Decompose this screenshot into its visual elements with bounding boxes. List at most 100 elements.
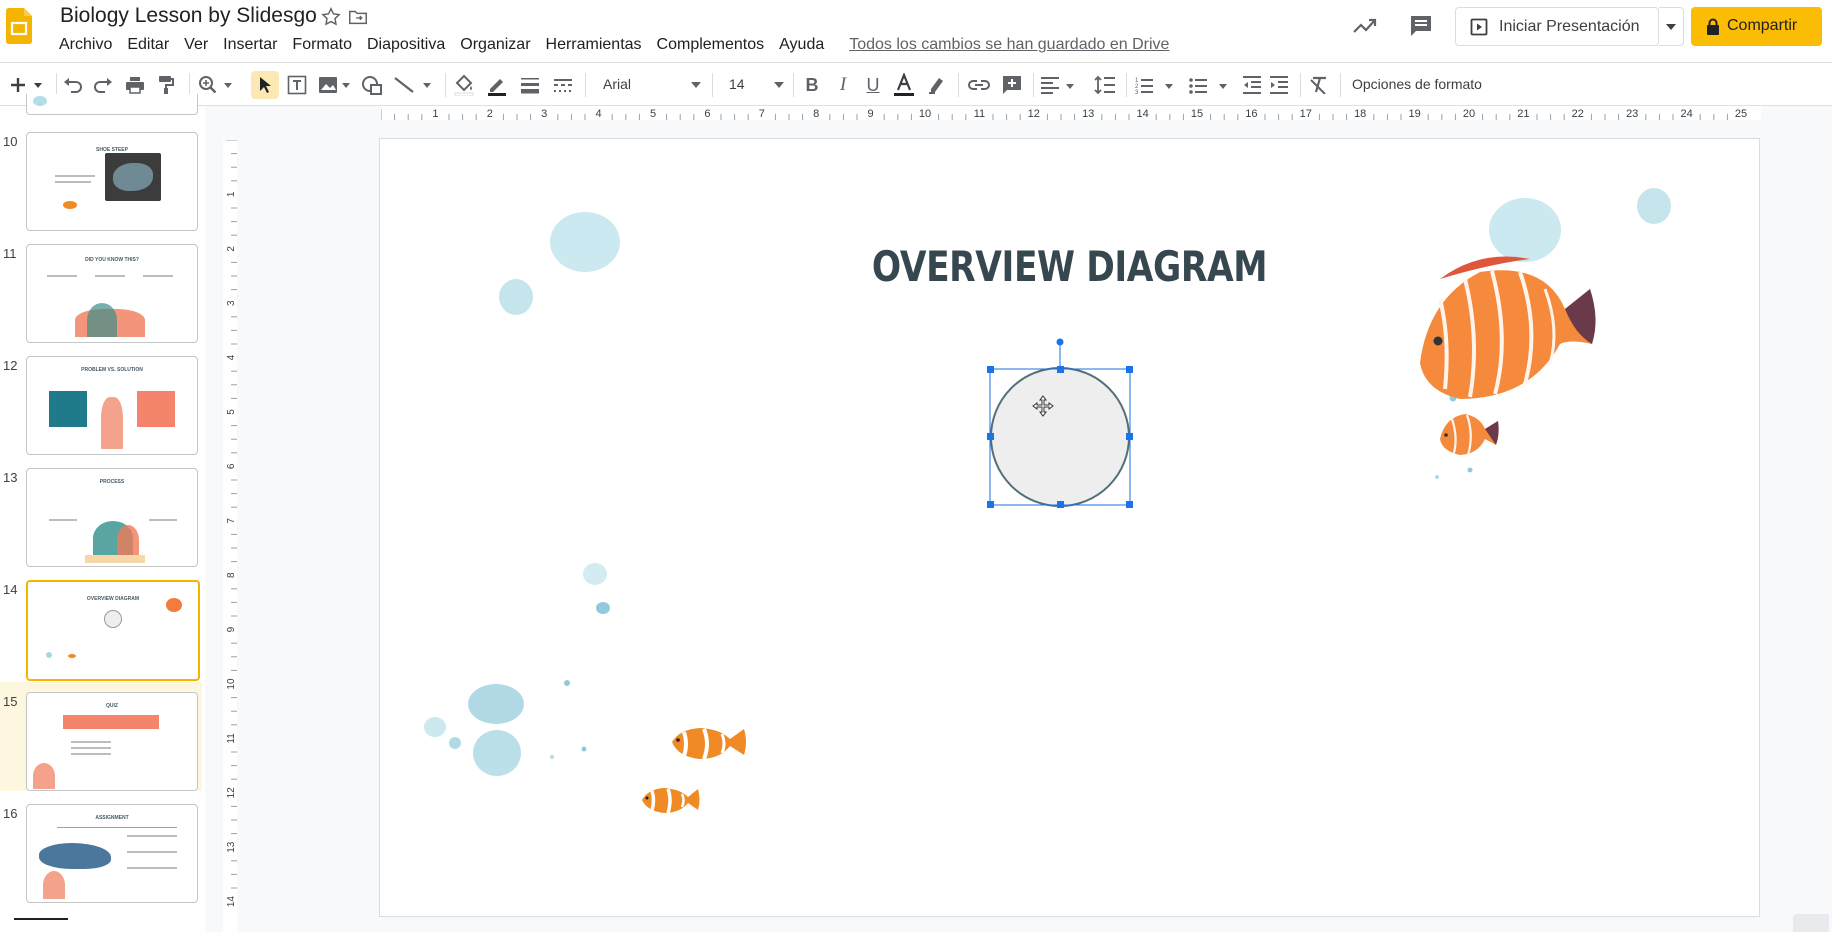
menu-herramientas[interactable]: Herramientas	[546, 36, 642, 54]
border-color-button[interactable]	[484, 71, 510, 99]
menu-diapositiva[interactable]: Diapositiva	[367, 36, 445, 54]
slides-logo-icon[interactable]	[6, 8, 32, 44]
present-button-label: Iniciar Presentación	[1499, 18, 1640, 35]
ruler-tick-label: 3	[541, 108, 547, 120]
rotation-handle[interactable]	[1056, 338, 1064, 346]
align-button[interactable]	[1039, 71, 1079, 99]
toolbar: Arial 14 B I U 123 Opciones de formato	[0, 62, 1832, 106]
activity-trend-icon[interactable]	[1351, 12, 1379, 40]
ruler-tick-label: 8	[226, 572, 237, 578]
line-spacing-button[interactable]	[1092, 71, 1118, 99]
fill-color-button[interactable]	[451, 71, 477, 99]
font-dropdown-chevron-icon[interactable]	[691, 82, 701, 88]
slide-title[interactable]: OVERVIEW DIAGRAM	[504, 242, 1635, 291]
ruler-tick-label: 12	[226, 787, 237, 799]
slide-thumbnail-13[interactable]: PROCESS	[26, 468, 198, 567]
add-comment-button[interactable]	[999, 71, 1025, 99]
slide-thumbnail-14[interactable]: OVERVIEW DIAGRAM	[26, 580, 200, 681]
menu-formato[interactable]: Formato	[292, 36, 352, 54]
ruler-tick-label: 10	[919, 108, 931, 120]
explore-button[interactable]	[1793, 914, 1829, 932]
text-color-button[interactable]	[891, 71, 917, 99]
slide-thumbnail-11[interactable]: DID YOU KNOW THIS?	[26, 244, 198, 343]
redo-icon	[94, 78, 112, 93]
shape-icon	[362, 76, 382, 95]
image-icon	[319, 77, 350, 93]
slide-thumbnail-15[interactable]: QUIZ	[26, 692, 198, 791]
slide-thumbnail-10[interactable]: SHOE STEEP	[26, 132, 198, 231]
circle-shape[interactable]	[990, 367, 1130, 507]
ruler-tick-label: 9	[226, 626, 237, 632]
document-title[interactable]: Biology Lesson by Slidesgo	[60, 4, 317, 28]
font-size-select[interactable]: 14	[729, 76, 745, 92]
bulleted-list-icon	[1189, 78, 1227, 94]
horizontal-ruler[interactable]: 1 2 3 4 5 6 7 8 9 10 11 12 13 14 15 16 17 18 19 20 21 22 23 24 2…	[381, 106, 1761, 120]
save-status-link[interactable]: Todos los cambios se han guardado en Dri…	[849, 36, 1169, 54]
line-tool-button[interactable]	[392, 71, 436, 99]
shape-tool-button[interactable]	[359, 71, 385, 99]
ruler-tick-label: 16	[1245, 108, 1257, 120]
font-family-select[interactable]: Arial	[603, 76, 631, 92]
chevron-down-icon	[1666, 24, 1676, 30]
image-tool-button[interactable]	[316, 71, 354, 99]
numbered-list-icon: 123	[1135, 78, 1173, 94]
border-weight-button[interactable]	[517, 71, 543, 99]
menu-complementos[interactable]: Complementos	[657, 36, 765, 54]
top-bar: Biology Lesson by Slidesgo Archivo Edita…	[0, 0, 1832, 62]
textbox-icon	[287, 75, 307, 95]
textbox-tool-button[interactable]	[284, 71, 310, 99]
slide-thumbnail-16[interactable]: ASSIGNMENT	[26, 804, 198, 903]
move-to-folder-icon[interactable]	[347, 6, 369, 28]
border-dash-icon	[554, 79, 572, 92]
slide-canvas[interactable]: OVERVIEW DIAGRAM	[380, 139, 1759, 916]
menu-insertar[interactable]: Insertar	[223, 36, 277, 54]
ruler-tick-label: 14	[226, 896, 237, 908]
underline-button[interactable]: U	[860, 71, 886, 99]
zoom-button[interactable]	[196, 71, 238, 99]
ruler-tick-label: 24	[1680, 108, 1692, 120]
ruler-tick-label: 10	[226, 678, 237, 690]
text-color-icon	[894, 73, 914, 96]
ruler-tick-label: 12	[1028, 108, 1040, 120]
ruler-tick-label: 4	[596, 108, 602, 120]
menu-ver[interactable]: Ver	[184, 36, 208, 54]
menu-ayuda[interactable]: Ayuda	[779, 36, 824, 54]
line-spacing-icon	[1094, 75, 1115, 95]
border-dash-button[interactable]	[550, 71, 576, 99]
menu-organizar[interactable]: Organizar	[460, 36, 530, 54]
slide-number: 15	[3, 694, 18, 709]
format-options-button[interactable]: Opciones de formato	[1352, 76, 1482, 92]
underline-icon: U	[866, 74, 880, 95]
slide-thumbnail-12[interactable]: PROBLEM VS. SOLUTION	[26, 356, 198, 455]
thumbnail-title: PROBLEM VS. SOLUTION	[81, 367, 143, 373]
ruler-tick-label: 8	[813, 108, 819, 120]
bulleted-list-button[interactable]	[1188, 71, 1232, 99]
star-icon[interactable]	[320, 6, 342, 28]
slide-number: 14	[3, 582, 18, 597]
share-button-label: Compartir	[1727, 17, 1798, 34]
clear-formatting-button[interactable]	[1306, 71, 1332, 99]
comments-icon[interactable]	[1407, 12, 1435, 40]
insert-link-button[interactable]	[966, 71, 992, 99]
present-button[interactable]: Iniciar Presentación	[1455, 7, 1659, 46]
font-size-chevron-icon[interactable]	[774, 82, 784, 88]
share-button[interactable]: Compartir	[1691, 7, 1822, 46]
menu-archivo[interactable]: Archivo	[59, 36, 112, 54]
increase-indent-button[interactable]	[1266, 71, 1292, 99]
print-icon	[126, 77, 144, 94]
slide-thumbnail-9[interactable]	[26, 94, 198, 115]
decrease-indent-button[interactable]	[1239, 71, 1265, 99]
highlight-button[interactable]	[924, 71, 950, 99]
ruler-tick-label: 23	[1626, 108, 1638, 120]
vertical-ruler[interactable]: 1234567891011121314	[223, 140, 237, 932]
menu-editar[interactable]: Editar	[127, 36, 169, 54]
present-dropdown-button[interactable]	[1659, 7, 1684, 46]
select-icon	[260, 77, 271, 93]
thumbnail-title: QUIZ	[106, 703, 118, 709]
select-tool-button[interactable]	[251, 71, 279, 99]
numbered-list-button[interactable]: 123	[1134, 71, 1178, 99]
selected-circle-shape[interactable]	[980, 337, 1140, 517]
bold-button[interactable]: B	[799, 71, 825, 99]
italic-button[interactable]: I	[830, 71, 856, 99]
comment-add-icon	[1003, 76, 1021, 94]
